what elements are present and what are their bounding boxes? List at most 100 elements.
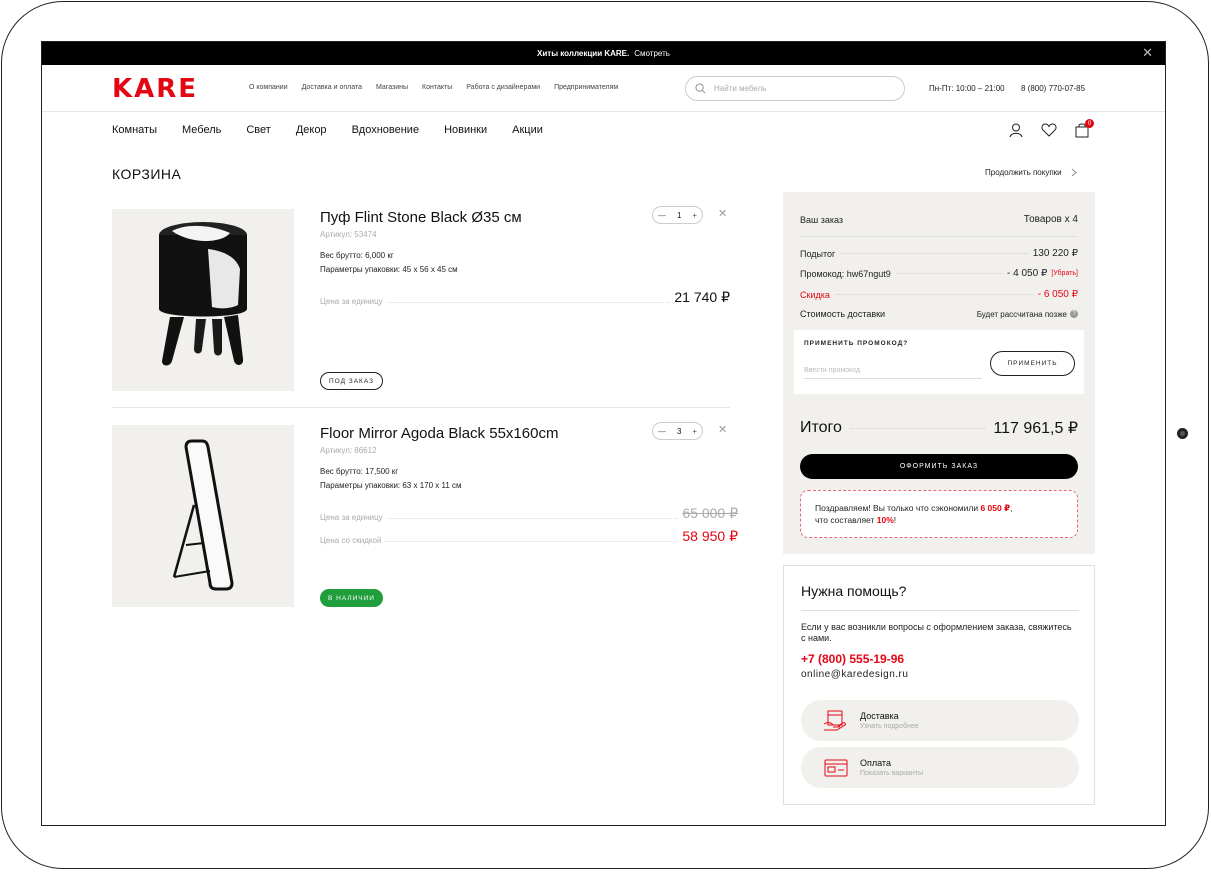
product-weight: Вес брутто: 6,000 кг — [320, 251, 394, 260]
status-badge-preorder: ПОД ЗАКАЗ — [320, 372, 384, 390]
discount-label: Скидка — [800, 289, 830, 300]
item-divider — [112, 407, 730, 408]
nav-sales[interactable]: Акции — [512, 124, 543, 136]
user-actions: 0 — [1008, 119, 1094, 138]
continue-shopping-link[interactable]: Продолжить покупки — [985, 168, 1077, 177]
unit-price: 21 740 ₽ — [674, 289, 730, 305]
promo-bar: Хиты коллекции KARE. Смотреть ✕ — [42, 42, 1165, 65]
discount-price-row: Цена со скидкой 58 950 ₽ — [320, 528, 738, 545]
quantity-value: 3 — [676, 426, 682, 436]
remove-item-button[interactable]: ✕ — [718, 207, 727, 220]
quantity-value: 1 — [676, 210, 682, 220]
search-icon — [695, 83, 706, 94]
product-name[interactable]: Пуф Flint Stone Black Ø35 см — [320, 209, 522, 226]
kare-logo[interactable]: KARE — [112, 75, 198, 103]
total-label: Итого — [800, 419, 842, 436]
savings-comma: , — [1009, 503, 1013, 513]
increase-button[interactable]: + — [692, 427, 697, 436]
top-nav-about[interactable]: О компании — [249, 84, 288, 91]
help-phone[interactable]: +7 (800) 555-19-96 — [801, 652, 904, 666]
product-package: Параметры упаковки: 45 х 56 х 45 см — [320, 265, 458, 274]
quantity-stepper: — 3 + — [652, 422, 703, 440]
discount-price: 58 950 ₽ — [682, 528, 738, 544]
items-count: Товаров x 4 — [1023, 214, 1078, 225]
search-box — [685, 76, 905, 101]
delivery-icon — [823, 710, 846, 730]
nav-furniture[interactable]: Мебель — [182, 124, 221, 136]
close-icon[interactable]: ✕ — [1142, 46, 1153, 60]
price-dots — [385, 541, 679, 542]
promo-value: - 4 050 ₽ — [1007, 268, 1048, 279]
top-nav-stores[interactable]: Магазины — [376, 84, 408, 91]
tablet-camera — [1177, 428, 1188, 439]
product-image-pouf[interactable] — [112, 209, 294, 391]
payment-info-card[interactable]: Оплата Показать варианты — [801, 747, 1079, 788]
delivery-label: Стоимость доставки — [800, 309, 886, 319]
total-value: 117 961,5 ₽ — [993, 420, 1078, 437]
continue-shopping-label: Продолжить покупки — [985, 168, 1062, 177]
decrease-button[interactable]: — — [658, 211, 666, 220]
top-nav-contacts[interactable]: Контакты — [422, 84, 452, 91]
top-nav-business[interactable]: Предпринимателям — [554, 84, 618, 91]
search-input[interactable] — [714, 84, 884, 93]
remove-item-button[interactable]: ✕ — [718, 423, 727, 436]
unit-price-label: Цена за единицу — [320, 297, 383, 306]
product-image-mirror[interactable] — [112, 425, 294, 607]
decrease-button[interactable]: — — [658, 427, 666, 436]
remove-promo-link[interactable]: [Убрать] — [1051, 270, 1078, 277]
product-name[interactable]: Floor Mirror Agoda Black 55x160cm — [320, 425, 558, 442]
quantity-stepper: — 1 + — [652, 206, 703, 224]
info-icon[interactable]: ? — [1070, 310, 1078, 318]
product-package: Параметры упаковки: 63 х 170 х 11 см — [320, 481, 462, 490]
delivery-row: Стоимость доставки Будет рассчитана позж… — [800, 309, 1078, 319]
header-phone[interactable]: 8 (800) 770-07-85 — [1021, 84, 1085, 93]
help-divider — [801, 610, 1079, 611]
help-text: Если у вас возникли вопросы с оформление… — [801, 622, 1072, 643]
total-row: Итого 117 961,5 ₽ — [800, 418, 1078, 438]
discount-row: Скидка - 6 050 ₽ — [800, 289, 1078, 300]
delivery-info-card[interactable]: Доставка Узнать подробнее — [801, 700, 1079, 741]
top-nav-designers[interactable]: Работа с дизайнерами — [466, 84, 540, 91]
top-nav: О компании Доставка и оплата Магазины Ко… — [249, 84, 618, 91]
subtotal-row: Подытог 130 220 ₽ — [800, 248, 1078, 259]
status-badge-in-stock: В НАЛИЧИИ — [320, 589, 383, 607]
savings-message: Поздравляем! Вы только что сэкономили 6 … — [800, 490, 1078, 538]
page-title: КОРЗИНА — [112, 166, 182, 182]
savings-text-2: что составляет — [815, 515, 877, 525]
increase-button[interactable]: + — [692, 211, 697, 220]
checkout-button[interactable]: ОФОРМИТЬ ЗАКАЗ — [800, 454, 1078, 479]
summary-divider — [800, 236, 1078, 237]
product-weight: Вес брутто: 17,500 кг — [320, 467, 399, 476]
product-article: Артикул: 86612 — [320, 446, 377, 455]
nav-rooms[interactable]: Комнаты — [112, 124, 157, 136]
nav-light[interactable]: Свет — [246, 124, 270, 136]
header: KARE О компании Доставка и оплата Магази… — [42, 65, 1165, 112]
nav-inspiration[interactable]: Вдохновение — [352, 124, 420, 136]
savings-exclaim: ! — [893, 515, 897, 525]
nav-decor[interactable]: Декор — [296, 124, 327, 136]
subtotal-value: 130 220 ₽ — [1032, 248, 1078, 259]
help-panel: Нужна помощь? Если у вас возникли вопрос… — [783, 565, 1095, 805]
promo-code-input[interactable] — [804, 363, 982, 379]
price-dots — [386, 302, 671, 303]
apply-promo-button[interactable]: ПРИМЕНИТЬ — [990, 351, 1075, 376]
discount-value: - 6 050 ₽ — [1037, 289, 1078, 300]
promo-bar-title: Хиты коллекции KARE. — [537, 49, 630, 58]
promo-bar-link[interactable]: Смотреть — [634, 49, 670, 58]
user-icon[interactable] — [1008, 122, 1024, 138]
summary-title: Ваш заказ — [800, 214, 844, 225]
help-email[interactable]: online@karedesign.ru — [801, 669, 908, 680]
discount-price-label: Цена со скидкой — [320, 536, 382, 545]
unit-price-row: Цена за единицу 65 000 ₽ — [320, 505, 738, 522]
cart-item: Floor Mirror Agoda Black 55x160cm Артику… — [112, 422, 738, 615]
cart-count-badge: 0 — [1085, 119, 1094, 128]
heart-icon[interactable] — [1041, 122, 1057, 138]
nav-new[interactable]: Новинки — [444, 124, 487, 136]
order-summary: Ваш заказ Товаров x 4 Подытог 130 220 ₽ … — [783, 192, 1095, 554]
savings-text: Поздравляем! Вы только что сэкономили — [815, 503, 981, 513]
price-dots — [386, 518, 679, 519]
top-nav-delivery[interactable]: Доставка и оплата — [302, 84, 362, 91]
promo-code-box: ПРИМЕНИТЬ ПРОМОКОД? ПРИМЕНИТЬ — [794, 330, 1084, 394]
help-title: Нужна помощь? — [801, 583, 907, 599]
cart-icon[interactable]: 0 — [1074, 119, 1094, 138]
